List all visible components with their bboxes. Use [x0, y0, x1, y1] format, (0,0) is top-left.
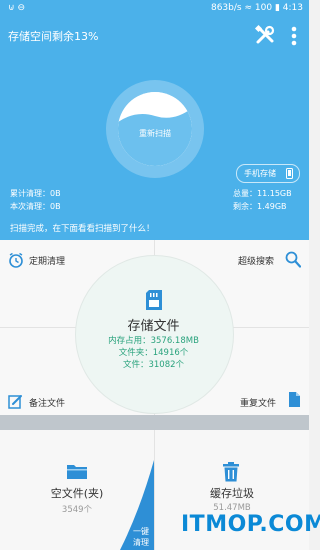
note-files-label: 备注文件 [29, 399, 66, 409]
super-search-button[interactable]: 超级搜索 [230, 250, 305, 272]
phone-icon [286, 168, 293, 179]
empty-folders-count: 3549个 [61, 505, 93, 515]
remaining-storage-label: 剩余： [233, 202, 257, 211]
folder-count-label: 文件夹： [118, 348, 153, 358]
more-vertical-icon[interactable] [290, 25, 298, 47]
cumulative-clean-value: 0B [50, 189, 61, 198]
phone-storage-switch[interactable]: 手机存储 [236, 164, 300, 183]
trash-icon [223, 462, 239, 482]
file-count-label: 文件： [122, 360, 149, 370]
sd-card-icon [146, 290, 162, 310]
storage-files-title: 存储文件 [127, 319, 180, 334]
total-storage-label: 总量： [233, 189, 257, 198]
duplicate-files-button[interactable]: 重复文件 [232, 391, 304, 411]
status-right: 863b/s ≈ 100 ▮ 4:13 [211, 3, 303, 13]
remaining-storage: 剩余：1.49GB [233, 201, 287, 212]
rescan-button[interactable]: 重新扫描 [118, 128, 192, 139]
network-speed: 863b/s [210, 3, 242, 13]
super-search-label: 超级搜索 [238, 257, 275, 267]
page-title: 存储空间剩余13% [8, 30, 99, 43]
tools-icon[interactable] [254, 24, 276, 46]
cumulative-clean-label: 累计清理： [10, 189, 50, 198]
folder-icon [67, 465, 87, 479]
folder-count: 文件夹：14916个 [75, 347, 232, 359]
battery-level: 100 [254, 3, 273, 13]
document-icon [289, 392, 300, 407]
scheduled-clean-label: 定期清理 [29, 257, 66, 267]
this-clean-value: 0B [50, 202, 61, 211]
wifi-icon: ≈ [244, 3, 255, 13]
site-watermark: ITMOP.COM [181, 512, 320, 537]
scan-complete-message: 扫描完成，在下面看看扫描到了什么！ [10, 224, 155, 234]
memory-usage-label: 内存占用： [108, 336, 151, 346]
memory-usage: 内存占用：3576.18MB [75, 335, 232, 347]
phone-storage-label: 手机存储 [244, 169, 276, 178]
duplicate-files-label: 重复文件 [240, 399, 277, 409]
this-clean-label: 本次清理： [10, 202, 50, 211]
edit-note-icon [8, 395, 22, 409]
cache-junk-title: 缓存垃圾 [210, 487, 254, 500]
file-count-value: 31082个 [148, 360, 185, 370]
empty-folders-title: 空文件(夹) [50, 487, 104, 500]
battery-icon: ▮ [274, 3, 283, 13]
one-click-clean-line1: 一键 [133, 527, 149, 536]
memory-usage-value: 3576.18MB [150, 336, 199, 346]
this-clean: 本次清理：0B [10, 201, 61, 212]
note-files-button[interactable]: 备注文件 [8, 393, 98, 413]
folder-count-value: 14916个 [152, 348, 189, 358]
one-click-clean-line2: 清理 [133, 538, 149, 547]
cumulative-clean: 累计清理：0B [10, 188, 61, 199]
remaining-storage-value: 1.49GB [257, 202, 287, 211]
total-storage: 总量：11.15GB [233, 188, 292, 199]
file-count: 文件：31082个 [75, 359, 232, 371]
one-click-clean-label[interactable]: 一键 清理 [128, 526, 154, 548]
status-bar: ⊍ ⊖ 863b/s ≈ 100 ▮ 4:13 [0, 0, 309, 18]
search-icon [285, 251, 301, 268]
storage-files-stats: 内存占用：3576.18MB 文件夹：14916个 文件：31082个 [75, 335, 232, 371]
status-icons-left: ⊍ ⊖ [8, 3, 25, 13]
total-storage-value: 11.15GB [257, 189, 292, 198]
clock: 4:13 [282, 3, 303, 13]
alarm-clock-icon [9, 252, 23, 268]
section-separator [0, 415, 309, 430]
